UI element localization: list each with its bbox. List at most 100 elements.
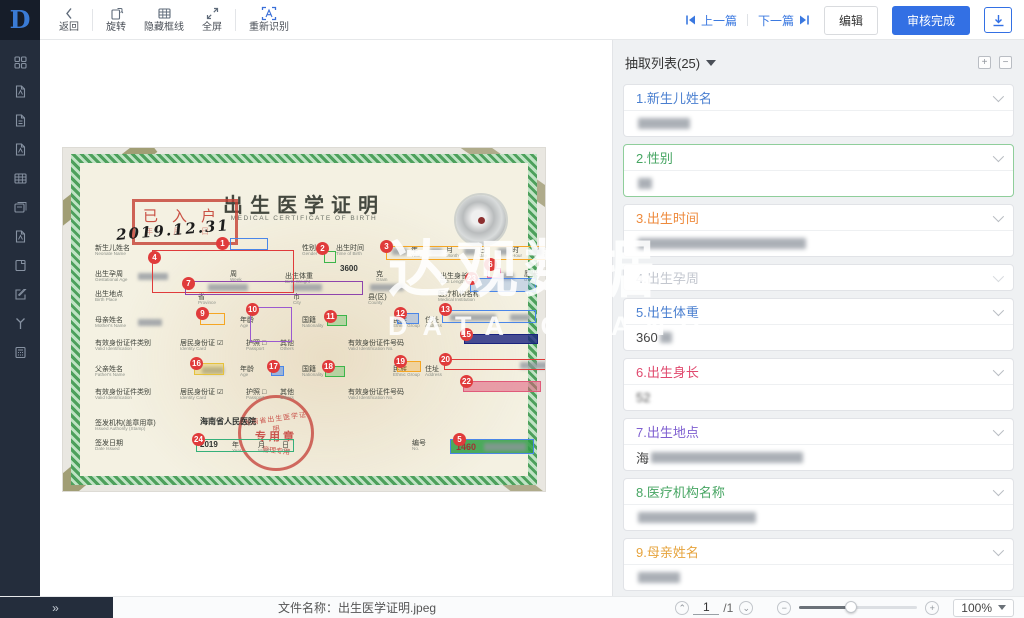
page-up-button[interactable]: ⌃ bbox=[675, 601, 689, 615]
table-icon[interactable] bbox=[6, 164, 34, 193]
note-icon[interactable] bbox=[6, 251, 34, 280]
sidebar-expand-button[interactable]: » bbox=[0, 597, 113, 618]
annotation-box-7[interactable] bbox=[185, 281, 363, 295]
chevron-down-icon[interactable] bbox=[993, 424, 1004, 435]
annotation-badge-9[interactable]: 9 bbox=[196, 307, 209, 320]
cert-field-label: 住址Address bbox=[425, 366, 443, 379]
doc-file-icon[interactable] bbox=[6, 135, 34, 164]
field-value[interactable] bbox=[624, 564, 1013, 590]
zoom-slider[interactable] bbox=[799, 606, 917, 609]
annotation-badge-12[interactable]: 12 bbox=[394, 307, 407, 320]
annotation-badge-5[interactable]: 5 bbox=[453, 433, 466, 446]
branch-icon[interactable] bbox=[6, 309, 34, 338]
zoom-slider-handle[interactable] bbox=[845, 601, 857, 613]
field-value[interactable] bbox=[624, 170, 1013, 196]
field-card-header-1[interactable]: 1.新生儿姓名 bbox=[624, 85, 1013, 110]
annotation-badge-19[interactable]: 19 bbox=[394, 355, 407, 368]
doc-text-icon[interactable] bbox=[6, 106, 34, 135]
annotation-badge-2[interactable]: 2 bbox=[316, 242, 329, 255]
doc-pdf-icon[interactable] bbox=[6, 77, 34, 106]
prev-doc-link[interactable]: 上一篇 bbox=[685, 12, 737, 29]
annotation-badge-1[interactable]: 1 bbox=[216, 237, 229, 250]
zoom-level-value: 100% bbox=[961, 601, 992, 615]
field-card-1: 1.新生儿姓名 bbox=[623, 84, 1014, 137]
zoom-level-select[interactable]: 100% bbox=[953, 599, 1014, 617]
fullscreen-button[interactable]: 全屏 bbox=[193, 0, 231, 40]
chevron-down-icon[interactable] bbox=[993, 484, 1004, 495]
cert-field-label: 国籍Nationality bbox=[302, 317, 325, 330]
field-card-8: 8.医疗机构名称 bbox=[623, 478, 1014, 531]
calculator-icon[interactable] bbox=[6, 338, 34, 367]
field-value[interactable]: 海 bbox=[624, 444, 1013, 470]
annotation-box-22[interactable] bbox=[463, 381, 541, 392]
annotation-badge-24[interactable]: 24 bbox=[192, 433, 205, 446]
annotation-badge-20[interactable]: 20 bbox=[439, 353, 452, 366]
list-dropdown-icon[interactable] bbox=[706, 60, 716, 66]
field-value[interactable] bbox=[624, 110, 1013, 136]
page-number-input[interactable]: 1 bbox=[693, 600, 719, 615]
field-value[interactable] bbox=[624, 504, 1013, 530]
expand-all-icon[interactable]: + bbox=[978, 56, 991, 69]
annotation-badge-10[interactable]: 10 bbox=[246, 303, 259, 316]
chevron-down-icon[interactable] bbox=[993, 544, 1004, 555]
document-viewer[interactable]: 出生医学证明 MEDICAL CERTIFICATE OF BIRTH 已入户 … bbox=[40, 40, 612, 596]
field-card-header-9[interactable]: 9.母亲姓名 bbox=[624, 539, 1013, 564]
annotation-badge-11[interactable]: 11 bbox=[324, 310, 337, 323]
annotation-box-3[interactable] bbox=[386, 246, 545, 260]
hide-gridlines-button[interactable]: 隐藏框线 bbox=[135, 0, 193, 40]
annotation-badge-22[interactable]: 22 bbox=[460, 375, 473, 388]
annotation-badge-4[interactable]: 4 bbox=[148, 251, 161, 264]
annotation-box-23[interactable] bbox=[470, 278, 536, 292]
chevron-down-icon[interactable] bbox=[993, 304, 1004, 315]
annotation-badge-6[interactable]: 6 bbox=[484, 258, 497, 271]
annotation-badge-15[interactable]: 15 bbox=[460, 328, 473, 341]
field-card-header-2[interactable]: 2.性别 bbox=[624, 145, 1013, 170]
field-label: 6.出生身长 bbox=[636, 362, 699, 381]
annotation-badge-18[interactable]: 18 bbox=[322, 360, 335, 373]
annotation-badge-13[interactable]: 13 bbox=[439, 303, 452, 316]
zoom-out-button[interactable]: − bbox=[777, 601, 791, 615]
annotation-badge-16[interactable]: 16 bbox=[190, 357, 203, 370]
re-recognize-button[interactable]: 重新识别 bbox=[240, 0, 298, 40]
annotation-badge-7[interactable]: 7 bbox=[182, 277, 195, 290]
app-logo[interactable]: D bbox=[0, 0, 40, 40]
field-card-header-8[interactable]: 8.医疗机构名称 bbox=[624, 479, 1013, 504]
annotation-box-20[interactable] bbox=[444, 359, 545, 370]
field-card-header-7[interactable]: 7.出生地点 bbox=[624, 419, 1013, 444]
field-value[interactable]: 52 bbox=[624, 384, 1013, 410]
annotation-badge-23[interactable]: 23 bbox=[465, 272, 478, 285]
toolbar-buttons: 返回旋转隐藏框线全屏 重新识别 bbox=[50, 0, 298, 40]
annotation-badge-3[interactable]: 3 bbox=[380, 240, 393, 253]
annotation-box-15[interactable] bbox=[464, 334, 538, 344]
chevron-down-icon[interactable] bbox=[993, 150, 1004, 161]
next-doc-link[interactable]: 下一篇 bbox=[758, 12, 810, 29]
annotation-box-13[interactable] bbox=[442, 310, 536, 323]
chevron-down-icon[interactable] bbox=[993, 90, 1004, 101]
annotation-box-24[interactable] bbox=[196, 439, 294, 452]
field-card-header-5[interactable]: 5.出生体重 bbox=[624, 299, 1013, 324]
edit-button[interactable]: 编辑 bbox=[824, 6, 878, 35]
field-value[interactable] bbox=[624, 230, 1013, 256]
back-button[interactable]: 返回 bbox=[50, 0, 88, 40]
chevron-down-icon[interactable] bbox=[993, 270, 1004, 281]
collapse-all-icon[interactable]: − bbox=[999, 56, 1012, 69]
dashboard-grid-icon[interactable] bbox=[6, 48, 34, 77]
annotation-box-1[interactable] bbox=[230, 238, 268, 250]
field-value[interactable]: 360 bbox=[624, 324, 1013, 350]
chevron-down-icon[interactable] bbox=[993, 210, 1004, 221]
annotation-badge-17[interactable]: 17 bbox=[267, 360, 280, 373]
zoom-in-button[interactable]: + bbox=[925, 601, 939, 615]
field-card-header-6[interactable]: 6.出生身长 bbox=[624, 359, 1013, 384]
page-down-button[interactable]: ⌄ bbox=[739, 601, 753, 615]
field-card-header-4[interactable]: 4.出生孕周 bbox=[624, 265, 1013, 290]
document-icon[interactable] bbox=[6, 222, 34, 251]
edit-icon[interactable] bbox=[6, 280, 34, 309]
rotate-button[interactable]: 旋转 bbox=[97, 0, 135, 40]
extraction-panel: 抽取列表(25) + − 1.新生儿姓名2.性别3.出生时间4.出生孕周5.出生… bbox=[612, 40, 1024, 596]
card-view-icon[interactable] bbox=[6, 193, 34, 222]
approve-button[interactable]: 审核完成 bbox=[892, 6, 970, 35]
fullscreen-button-label: 全屏 bbox=[202, 22, 222, 34]
field-card-header-3[interactable]: 3.出生时间 bbox=[624, 205, 1013, 230]
chevron-down-icon[interactable] bbox=[993, 364, 1004, 375]
download-button[interactable] bbox=[984, 7, 1012, 33]
